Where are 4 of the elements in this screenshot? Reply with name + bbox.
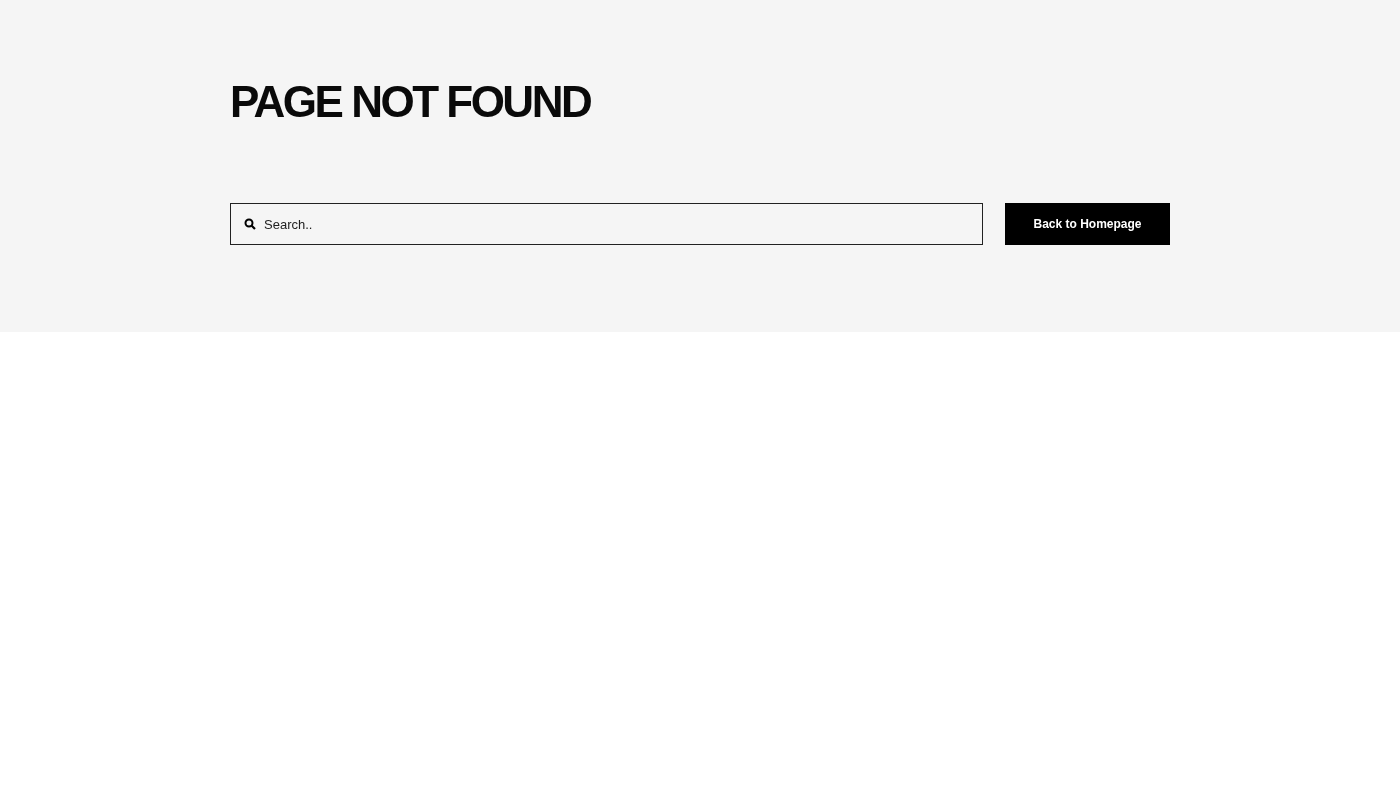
search-icon: [244, 218, 256, 230]
back-to-homepage-button[interactable]: Back to Homepage: [1005, 203, 1170, 245]
page-title: PAGE NOT FOUND: [230, 78, 591, 126]
search-field[interactable]: Search..: [230, 203, 983, 245]
